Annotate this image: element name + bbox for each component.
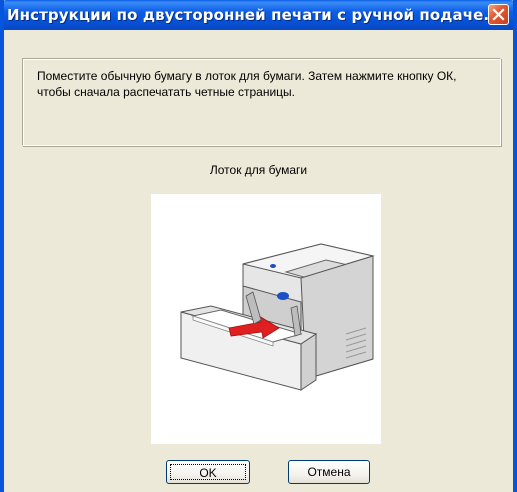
ok-button-label: OK [170, 464, 246, 480]
illustration-caption: Лоток для бумаги [209, 163, 308, 177]
title-bar[interactable]: Инструкции по двусторонней печати с ручн… [4, 0, 513, 30]
instruction-text: Поместите обычную бумагу в лоток для бум… [37, 69, 457, 99]
printer-paper-tray-illustration [151, 194, 381, 444]
instruction-panel: Поместите обычную бумагу в лоток для бум… [22, 58, 501, 146]
cancel-button[interactable]: Отмена [288, 460, 370, 484]
window-title: Инструкции по двусторонней печати с ручн… [7, 6, 501, 24]
ok-button[interactable]: OK [166, 460, 250, 484]
close-button[interactable] [488, 4, 509, 25]
close-icon [492, 8, 505, 21]
dialog-window: Инструкции по двусторонней печати с ручн… [0, 0, 517, 492]
